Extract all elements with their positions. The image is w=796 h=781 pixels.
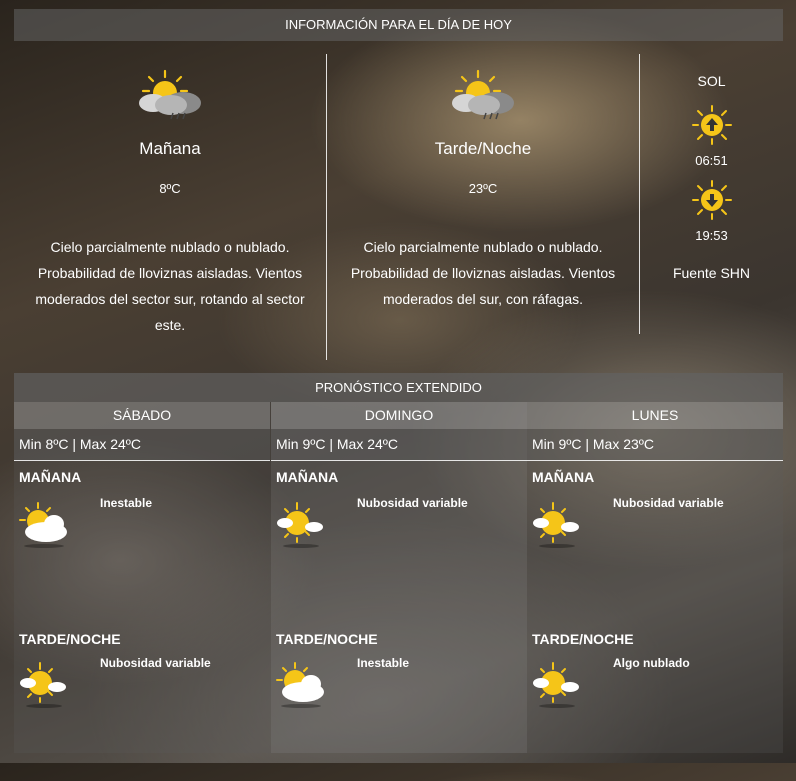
slot-label: MAÑANA: [19, 469, 82, 485]
slot-label: TARDE/NOCHE: [276, 631, 378, 647]
morning-description: Cielo parcialmente nublado o nublado. Pr…: [35, 239, 305, 333]
sunset-time: 19:53: [695, 228, 728, 243]
today-panel: INFORMACIÓN PARA EL DÍA DE HOY Mañana 8º…: [14, 9, 783, 362]
source-label: Fuente SHN: [672, 265, 751, 281]
sun-small-cloud-icon: [18, 661, 70, 709]
day-name: DOMINGO: [271, 402, 527, 429]
day-column: LUNES Min 9ºC | Max 23ºC MAÑANA Nubosida…: [527, 402, 783, 753]
day-column: SÁBADO Min 8ºC | Max 24ºC MAÑANA Inestab…: [14, 402, 270, 753]
day-name: SÁBADO: [14, 402, 270, 429]
morning-slot: MAÑANA Nubosidad variable: [527, 461, 783, 621]
sun-title: SOL: [697, 73, 726, 89]
afternoon-slot: TARDE/NOCHE Nubosidad variable: [14, 621, 270, 781]
extended-forecast-panel: PRONÓSTICO EXTENDIDO SÁBADO Min 8ºC | Ma…: [14, 373, 783, 753]
today-afternoon: Tarde/Noche 23ºC Cielo parcialmente nubl…: [327, 41, 639, 312]
slot-label: MAÑANA: [276, 469, 339, 485]
sun-small-cloud-icon: [531, 661, 583, 709]
sun-small-cloud-icon: [531, 501, 583, 549]
slot-description: Inestable: [357, 656, 410, 670]
sun-cloud-icon: [18, 501, 70, 549]
slot-description: Nubosidad variable: [100, 656, 211, 670]
morning-slot: MAÑANA Inestable: [14, 461, 270, 621]
day-name: LUNES: [527, 402, 783, 429]
day-minmax: Min 9ºC | Max 24ºC: [271, 429, 527, 461]
day-minmax: Min 9ºC | Max 23ºC: [527, 429, 783, 461]
sun-cloud-rain-icon: [133, 69, 207, 123]
sun-info: SOL 06:51 19:53 Fuente SHN: [640, 41, 783, 281]
slot-label: TARDE/NOCHE: [19, 631, 121, 647]
slot-description: Nubosidad variable: [357, 496, 468, 510]
afternoon-description: Cielo parcialmente nublado o nublado. Pr…: [350, 239, 616, 307]
afternoon-slot: TARDE/NOCHE Algo nublado: [527, 621, 783, 781]
morning-temp: 8ºC: [159, 181, 181, 196]
slot-description: Inestable: [100, 496, 153, 510]
today-morning: Mañana 8ºC Cielo parcialmente nublado o …: [14, 41, 326, 338]
slot-label: MAÑANA: [532, 469, 595, 485]
sun-cloud-icon: [275, 661, 327, 709]
sunrise-icon: [691, 105, 732, 145]
sun-cloud-rain-icon: [446, 69, 520, 123]
day-minmax: Min 8ºC | Max 24ºC: [14, 429, 270, 461]
afternoon-temp: 23ºC: [468, 181, 498, 196]
slot-description: Algo nublado: [613, 656, 690, 670]
sunset-icon: [691, 180, 732, 220]
afternoon-slot: TARDE/NOCHE Inestable: [271, 621, 527, 781]
sunrise-time: 06:51: [695, 153, 728, 168]
extended-header: PRONÓSTICO EXTENDIDO: [14, 373, 783, 402]
today-header: INFORMACIÓN PARA EL DÍA DE HOY: [14, 9, 783, 41]
afternoon-title: Tarde/Noche: [434, 139, 532, 158]
slot-label: TARDE/NOCHE: [532, 631, 634, 647]
morning-title: Mañana: [139, 139, 201, 158]
slot-description: Nubosidad variable: [613, 496, 724, 510]
morning-slot: MAÑANA Nubosidad variable: [271, 461, 527, 621]
sun-small-cloud-icon: [275, 501, 327, 549]
day-column: DOMINGO Min 9ºC | Max 24ºC MAÑANA Nubosi…: [271, 402, 527, 753]
